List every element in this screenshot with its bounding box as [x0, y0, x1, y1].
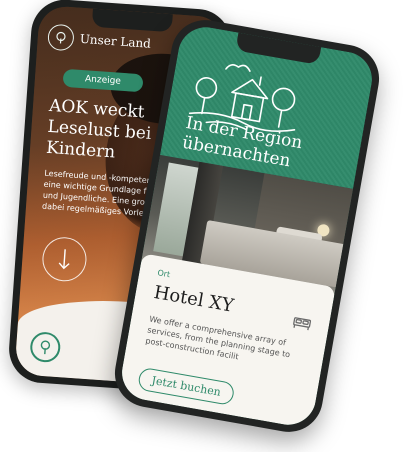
tree-logo-icon[interactable] [47, 23, 75, 52]
brand-title: Unser Land [79, 31, 152, 51]
arrow-down-icon [58, 249, 70, 270]
hotel-description: We offer a comprehensive array of servic… [144, 314, 291, 362]
card-tag: Ort [156, 268, 171, 280]
book-now-button[interactable]: Jetzt buchen [136, 366, 236, 407]
bed-icon [293, 317, 312, 331]
hotel-title[interactable]: Hotel XY [152, 282, 235, 317]
